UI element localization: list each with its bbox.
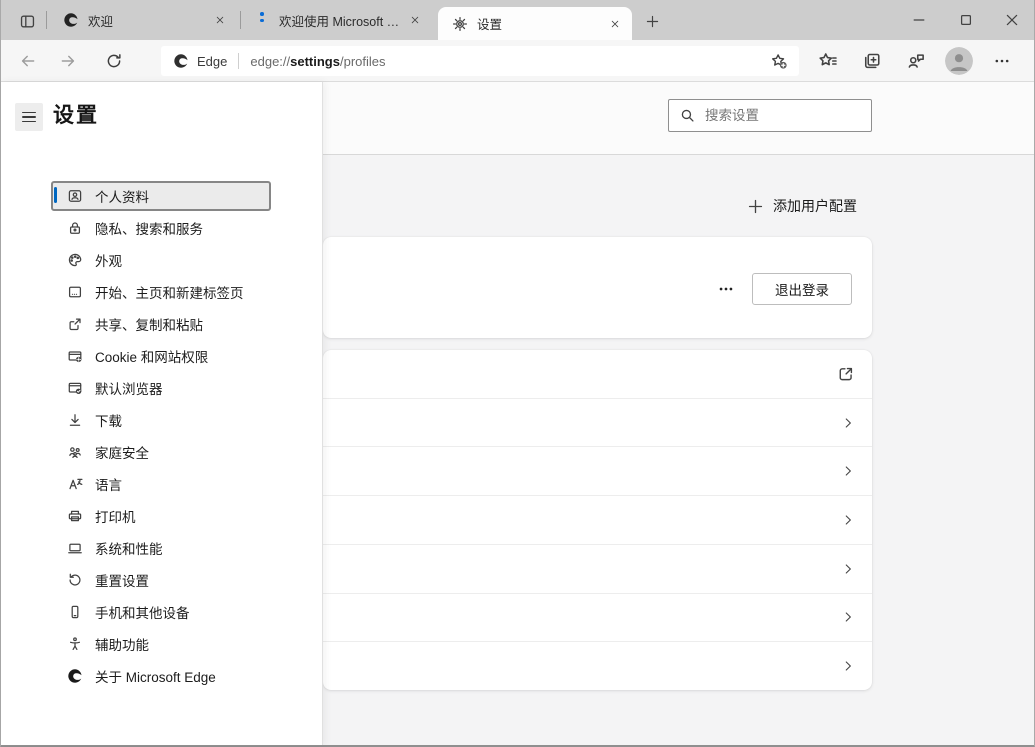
- sign-out-button[interactable]: 退出登录: [752, 273, 852, 305]
- tab-actions-menu-icon[interactable]: [13, 10, 41, 32]
- list-row[interactable]: [323, 496, 872, 545]
- settings-sidebar: 设置 个人资料 隐私、搜索和服务 外观 开始、主页和新建标签页 共享、复制和粘贴…: [1, 82, 323, 746]
- add-profile-label: 添加用户配置: [773, 198, 857, 214]
- edge-logo-icon: [173, 53, 189, 69]
- edge-logo-icon: [67, 668, 83, 684]
- new-tab-button[interactable]: [641, 10, 663, 32]
- list-row[interactable]: [323, 642, 872, 690]
- sidebar-item-system-performance[interactable]: 系统和性能: [1, 532, 322, 564]
- sidebar-item-family-safety[interactable]: 家庭安全: [1, 436, 322, 468]
- sync-row[interactable]: [323, 350, 872, 399]
- sidebar-item-privacy[interactable]: 隐私、搜索和服务: [1, 212, 322, 244]
- address-bar[interactable]: Edge edge://settings/profiles: [161, 46, 799, 76]
- window-bottom-border: [1, 745, 1034, 746]
- download-icon: [67, 412, 83, 428]
- tab-separator: [46, 11, 47, 29]
- tab-welcome-to-edge[interactable]: 欢迎使用 Microsoft Edg: [244, 0, 434, 40]
- search-icon: [679, 107, 696, 124]
- settings-page: 添加用户配置 退出登录: [1, 82, 1034, 746]
- url-text: edge://settings/profiles: [250, 53, 386, 69]
- sidebar-item-about-edge[interactable]: 关于 Microsoft Edge: [1, 660, 322, 692]
- settings-search-input[interactable]: [705, 108, 863, 123]
- tab-welcome[interactable]: 欢迎: [49, 0, 239, 40]
- cookie-permissions-icon: [67, 348, 83, 364]
- address-divider: [238, 53, 240, 69]
- sidebar-item-cookies-permissions[interactable]: Cookie 和网站权限: [1, 340, 322, 372]
- sidebar-item-languages[interactable]: 语言: [1, 468, 322, 500]
- language-icon: [67, 476, 83, 492]
- tab-close-icon[interactable]: [211, 11, 229, 29]
- edge-logo-icon: [63, 12, 79, 28]
- gear-icon: [452, 16, 468, 32]
- chevron-right-icon: [841, 659, 855, 673]
- sidebar-item-downloads[interactable]: 下载: [1, 404, 322, 436]
- loading-dots-favicon-icon: [254, 12, 270, 28]
- chevron-right-icon: [841, 464, 855, 478]
- settings-search-box[interactable]: [668, 99, 872, 132]
- tab-close-icon[interactable]: [406, 11, 424, 29]
- edge-browser-window: { "tabs": [ { "title": "欢迎" }, { "title"…: [0, 0, 1035, 747]
- sidebar-item-appearance[interactable]: 外观: [1, 244, 322, 276]
- add-profile-button[interactable]: 添加用户配置: [747, 195, 857, 217]
- phone-icon: [67, 604, 83, 620]
- list-row[interactable]: [323, 447, 872, 497]
- profile-card-icon: [67, 188, 83, 204]
- printer-icon: [67, 508, 83, 524]
- list-row[interactable]: [323, 594, 872, 643]
- accessibility-icon: [67, 636, 83, 652]
- plus-icon: [748, 199, 763, 213]
- share-icon: [67, 316, 83, 332]
- browser-toolbar: Edge edge://settings/profiles: [1, 40, 1034, 82]
- tab-close-icon[interactable]: [606, 15, 624, 33]
- tab-strip: 欢迎 欢迎使用 Microsoft Edg 设置: [1, 0, 1034, 40]
- list-row[interactable]: [323, 545, 872, 594]
- tab-settings-active[interactable]: 设置: [438, 7, 632, 40]
- sidebar-item-printers[interactable]: 打印机: [1, 500, 322, 532]
- sidebar-item-share-copy-paste[interactable]: 共享、复制和粘贴: [1, 308, 322, 340]
- external-link-icon: [837, 365, 855, 383]
- settings-title: 设置: [53, 104, 99, 127]
- chevron-right-icon: [841, 513, 855, 527]
- refresh-icon[interactable]: [101, 48, 127, 74]
- add-favorite-icon[interactable]: [767, 49, 791, 73]
- sidebar-item-accessibility[interactable]: 辅助功能: [1, 628, 322, 660]
- favorites-icon[interactable]: [815, 48, 841, 74]
- window-maximize-button[interactable]: [943, 0, 989, 40]
- profile-more-options-icon[interactable]: [708, 274, 744, 304]
- settings-nav: 个人资料 隐私、搜索和服务 外观 开始、主页和新建标签页 共享、复制和粘贴 Co…: [1, 180, 322, 692]
- profile-card: 退出登录: [323, 237, 872, 338]
- chevron-right-icon: [841, 562, 855, 576]
- person-chat-icon[interactable]: [903, 48, 929, 74]
- window-minimize-button[interactable]: [896, 0, 942, 40]
- settings-menu-ellipsis-icon[interactable]: [989, 48, 1015, 74]
- sidebar-item-phone-devices[interactable]: 手机和其他设备: [1, 596, 322, 628]
- reset-icon: [67, 572, 83, 588]
- window-close-button[interactable]: [989, 0, 1035, 40]
- tab-title: 欢迎使用 Microsoft Edg: [279, 14, 407, 29]
- palette-icon: [67, 252, 83, 268]
- forward-icon[interactable]: [55, 48, 81, 74]
- back-icon[interactable]: [15, 48, 41, 74]
- chevron-right-icon: [841, 416, 855, 430]
- list-row[interactable]: [323, 399, 872, 448]
- chevron-right-icon: [841, 610, 855, 624]
- profile-settings-list: [323, 350, 872, 690]
- sidebar-item-start-home[interactable]: 开始、主页和新建标签页: [1, 276, 322, 308]
- tab-title: 欢迎: [88, 14, 114, 29]
- tab-title: 设置: [477, 18, 503, 32]
- collections-icon[interactable]: [859, 48, 885, 74]
- profile-avatar[interactable]: [945, 47, 973, 75]
- family-icon: [67, 444, 83, 460]
- sidebar-item-reset-settings[interactable]: 重置设置: [1, 564, 322, 596]
- lock-icon: [67, 220, 83, 236]
- site-chip-label: Edge: [197, 53, 228, 69]
- system-icon: [67, 540, 83, 556]
- sidebar-item-profiles[interactable]: 个人资料: [1, 180, 322, 212]
- menu-hamburger-icon[interactable]: [15, 103, 43, 131]
- sidebar-item-default-browser[interactable]: 默认浏览器: [1, 372, 322, 404]
- default-browser-icon: [67, 380, 83, 396]
- tab-separator: [240, 11, 241, 29]
- start-page-icon: [67, 284, 83, 300]
